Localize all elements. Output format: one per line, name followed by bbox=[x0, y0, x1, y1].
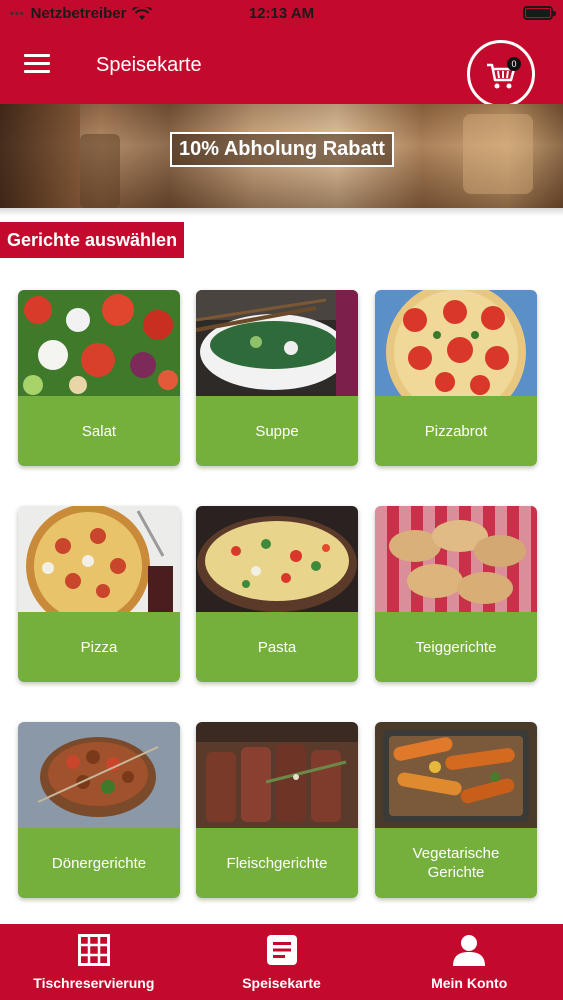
status-bar: ••• Netzbetreiber 12:13 AM bbox=[0, 0, 563, 30]
user-icon bbox=[453, 935, 486, 966]
grid-icon bbox=[77, 934, 110, 966]
category-label: Vegetarische Gerichte bbox=[375, 828, 537, 898]
roasted-vegetables-image bbox=[375, 722, 537, 828]
nav-label: Tischreservierung bbox=[33, 975, 155, 991]
category-card-pizzabrot[interactable]: Pizzabrot bbox=[375, 290, 537, 466]
hamburger-icon bbox=[24, 54, 50, 57]
page-title: Speisekarte bbox=[96, 54, 202, 76]
promo-banner: 10% Abholung Rabatt bbox=[0, 104, 563, 208]
hamburger-menu-button[interactable] bbox=[24, 54, 52, 76]
bottom-navigation: Tischreservierung Speisekarte Mein Konto bbox=[0, 924, 563, 1000]
category-label: Suppe bbox=[196, 396, 358, 466]
status-time: 12:13 AM bbox=[248, 5, 315, 22]
category-label: Pizza bbox=[18, 612, 180, 682]
soup-image bbox=[196, 290, 358, 396]
dumplings-image bbox=[375, 506, 537, 612]
nav-tischreservierung[interactable]: Tischreservierung bbox=[0, 924, 188, 1000]
steak-image bbox=[196, 722, 358, 828]
nav-label: Speisekarte bbox=[242, 975, 321, 991]
category-label: Teiggerichte bbox=[375, 612, 537, 682]
category-card-pasta[interactable]: Pasta bbox=[196, 506, 358, 682]
nav-label: Mein Konto bbox=[431, 975, 508, 991]
promo-text: 10% Abholung Rabatt bbox=[170, 132, 394, 167]
pizzabread-image bbox=[375, 290, 537, 396]
category-card-suppe[interactable]: Suppe bbox=[196, 290, 358, 466]
category-card-fleischgerichte[interactable]: Fleischgerichte bbox=[196, 722, 358, 898]
battery-icon bbox=[523, 6, 556, 20]
category-card-doenergerichte[interactable]: Dönergerichte bbox=[18, 722, 180, 898]
cart-button[interactable]: 0 bbox=[467, 40, 535, 108]
category-card-salat[interactable]: Salat bbox=[18, 290, 180, 466]
category-card-vegetarische-gerichte[interactable]: Vegetarische Gerichte bbox=[375, 722, 537, 898]
section-heading: Gerichte auswählen bbox=[0, 222, 185, 258]
salad-image bbox=[18, 290, 180, 396]
pizza-image bbox=[18, 506, 180, 612]
menu-list-icon bbox=[266, 935, 297, 965]
cart-count-badge: 0 bbox=[507, 57, 521, 71]
pasta-image bbox=[196, 506, 358, 612]
kebab-image bbox=[18, 722, 180, 828]
category-label: Pasta bbox=[196, 612, 358, 682]
category-card-pizza[interactable]: Pizza bbox=[18, 506, 180, 682]
nav-speisekarte[interactable]: Speisekarte bbox=[188, 924, 376, 1000]
category-label: Dönergerichte bbox=[18, 828, 180, 898]
category-label: Pizzabrot bbox=[375, 396, 537, 466]
nav-mein-konto[interactable]: Mein Konto bbox=[375, 924, 563, 1000]
category-card-teiggerichte[interactable]: Teiggerichte bbox=[375, 506, 537, 682]
category-label: Fleischgerichte bbox=[196, 828, 358, 898]
app-header: ••• Netzbetreiber 12:13 AM Speisekarte 0 bbox=[0, 0, 563, 108]
category-label: Salat bbox=[18, 396, 180, 466]
